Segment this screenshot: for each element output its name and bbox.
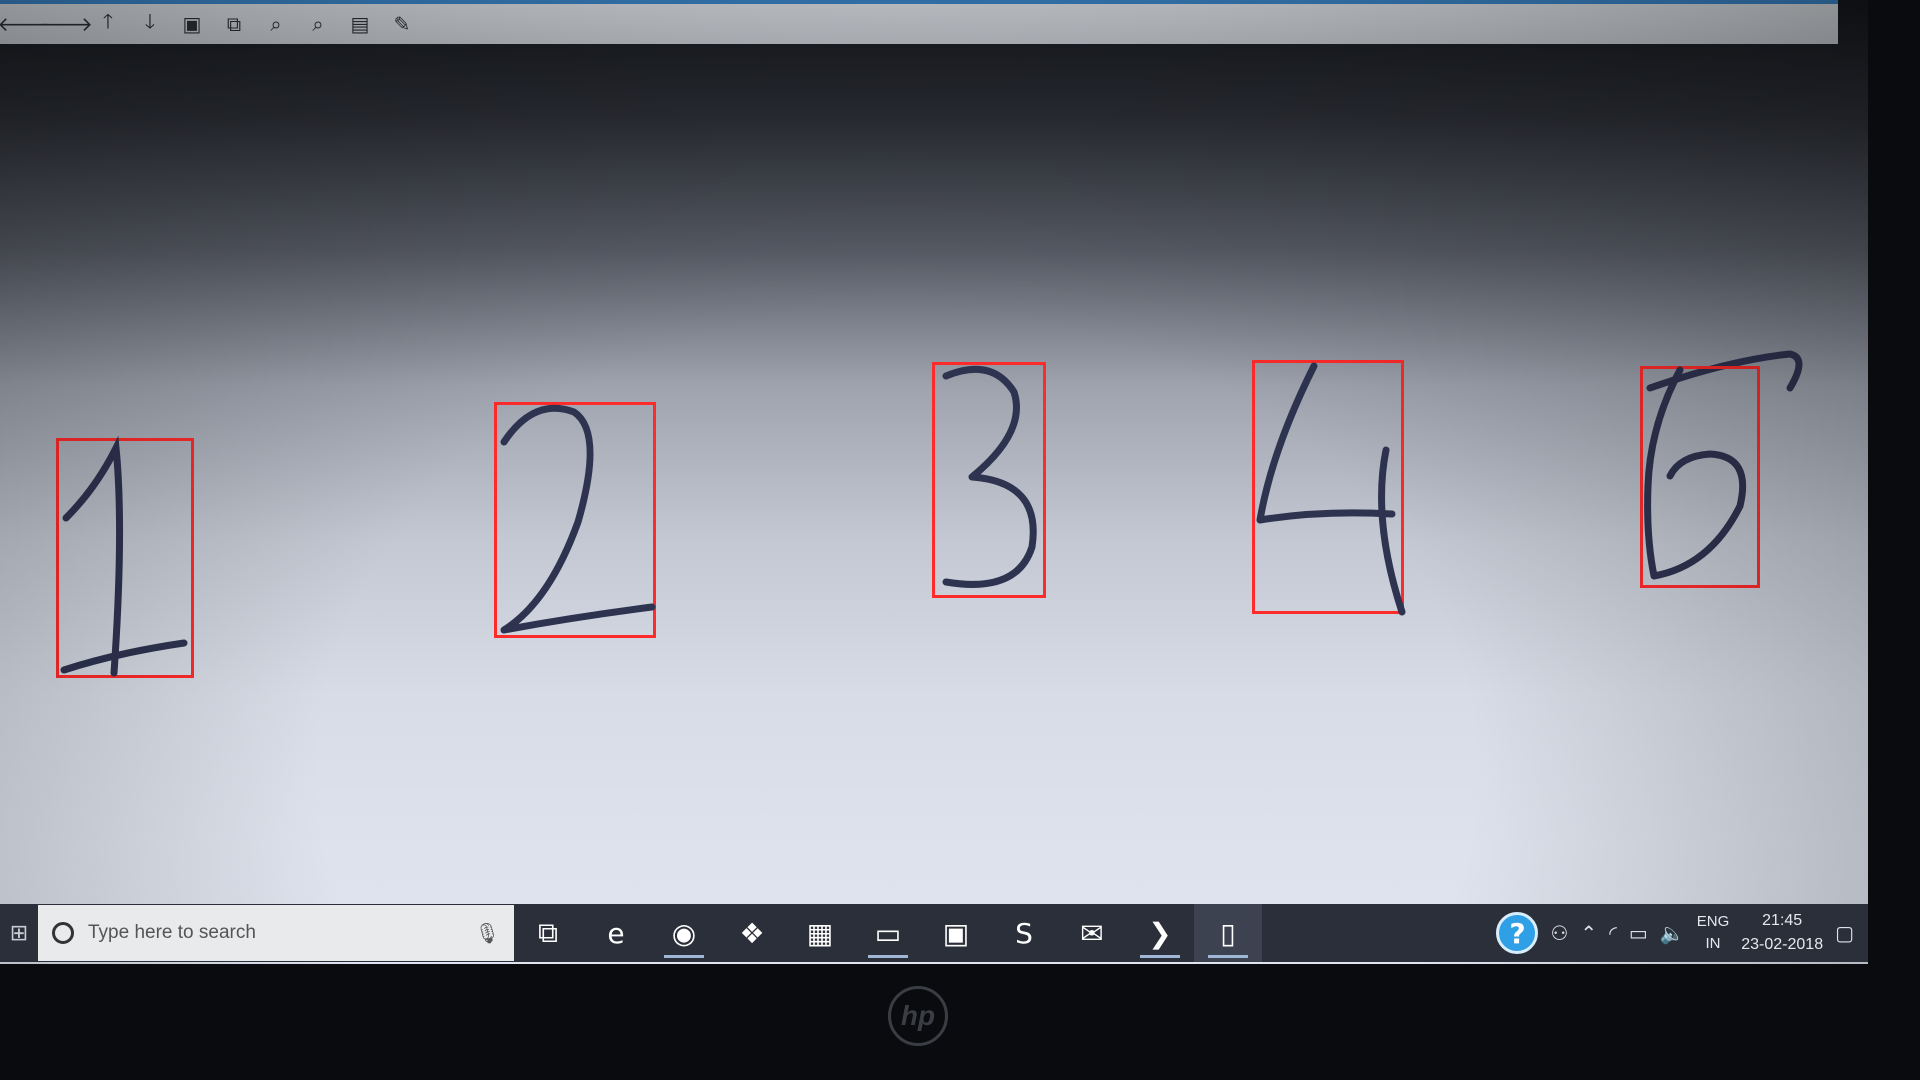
taskbar-app-task-view[interactable]: ⧉ [514, 904, 582, 962]
taskbar-app-mail[interactable]: ✉ [1058, 904, 1126, 962]
sublime-icon: S [1015, 916, 1033, 950]
up-arrow-icon[interactable]: 🡑 [92, 8, 124, 40]
digit-box-1 [56, 435, 194, 678]
system-tray: ? ⚇ ⌃ ◜ ▭ 🔈 ENG IN 21:45 23-02-2018 ▢ [1496, 909, 1868, 957]
cortana-icon [52, 922, 74, 944]
taskbar-app-dropbox[interactable]: ❖ [718, 904, 786, 962]
digit-glyph-3 [942, 365, 1037, 588]
digit-glyph-4 [1256, 362, 1406, 616]
language-indicator[interactable]: ENG IN [1697, 911, 1730, 955]
chrome-icon: ◉ [671, 916, 697, 950]
dropbox-icon: ❖ [739, 916, 765, 950]
taskbar-app-store[interactable]: ▦ [786, 904, 854, 962]
laptop-bezel-bottom [0, 964, 1920, 1080]
taskbar-app-sublime[interactable]: S [990, 904, 1058, 962]
taskbar-app-file-explorer[interactable]: ▭ [854, 904, 922, 962]
clock-date: 23-02-2018 [1741, 936, 1824, 953]
hp-logo: hp [888, 986, 948, 1046]
taskbar-app-chrome[interactable]: ◉ [650, 904, 718, 962]
laptop-screen: 🡐 🡒 🡑 🡓 ▣ ⧉ ⌕ ⌕ ▤ ✎ ⊞ Type here to searc… [0, 0, 1868, 964]
wifi-icon[interactable]: ◜ [1609, 921, 1617, 945]
chevron-up-icon[interactable]: ⌃ [1580, 921, 1597, 945]
people-icon[interactable]: ⚇ [1550, 921, 1568, 945]
save-icon[interactable]: ▤ [344, 8, 376, 40]
battery-icon[interactable]: ▭ [1629, 921, 1648, 945]
edge-icon: e [607, 916, 625, 950]
digit-glyph-2 [500, 404, 656, 634]
windows-logo-icon: ⊞ [9, 920, 29, 946]
volume-icon[interactable]: 🔈 [1660, 921, 1685, 945]
laptop-bezel-right [1868, 0, 1920, 1080]
mail-icon: ✉ [1080, 916, 1104, 950]
taskbar-app-app-blue[interactable]: ▣ [922, 904, 990, 962]
taskbar-app-powershell[interactable]: ❯ [1126, 904, 1194, 962]
digit-box-5 [1640, 366, 1760, 588]
language-code: ENG [1696, 913, 1730, 930]
forward-arrow-icon[interactable]: 🡒 [39, 8, 93, 40]
help-icon[interactable]: ? [1496, 912, 1539, 954]
taskbar-search-box[interactable]: Type here to search 🎙 [38, 905, 514, 961]
document-icon: ▯ [1220, 916, 1236, 950]
digit-glyph-5 [1644, 366, 1747, 580]
digit-glyph-1 [60, 435, 188, 677]
windows-taskbar: ⊞ Type here to search 🎙 ⧉ e ◉ ❖ ▦ ▭ ▣ S ✉ ❯ ▯ ? ⚇ … [0, 904, 1868, 962]
settings-icon[interactable]: ✎ [386, 8, 418, 40]
powershell-icon: ❯ [1148, 916, 1172, 950]
down-arrow-icon[interactable]: 🡓 [134, 8, 166, 40]
clock-time: 21:45 [1762, 912, 1803, 929]
task-view-icon: ⧉ [538, 916, 558, 949]
search-placeholder: Type here to search [88, 922, 256, 943]
taskbar-app-edge[interactable]: e [582, 904, 650, 962]
folder-icon: ▭ [874, 916, 902, 950]
microphone-icon[interactable]: 🎙 [475, 921, 500, 945]
region-code: IN [1705, 935, 1721, 952]
digit-box-4 [1252, 360, 1406, 616]
app-icon: ▣ [942, 916, 970, 950]
action-center-icon[interactable]: ▢ [1835, 921, 1854, 945]
start-button[interactable]: ⊞ [0, 904, 38, 962]
image-viewer-toolbar: 🡐 🡒 🡑 🡓 ▣ ⧉ ⌕ ⌕ ▤ ✎ [0, 0, 1838, 44]
taskbar-app-document[interactable]: ▯ [1194, 904, 1262, 962]
digit-image-canvas [0, 44, 1868, 904]
digit-box-2 [494, 402, 656, 638]
image-icon[interactable]: ▣ [176, 8, 208, 40]
fit-icon[interactable]: ⧉ [218, 8, 250, 40]
digit-box-3 [932, 362, 1046, 598]
zoom-out-icon[interactable]: ⌕ [302, 8, 334, 40]
store-icon: ▦ [806, 916, 834, 950]
clock[interactable]: 21:45 23-02-2018 [1741, 909, 1823, 957]
back-arrow-icon[interactable]: 🡐 [0, 8, 51, 40]
zoom-in-icon[interactable]: ⌕ [260, 8, 292, 40]
